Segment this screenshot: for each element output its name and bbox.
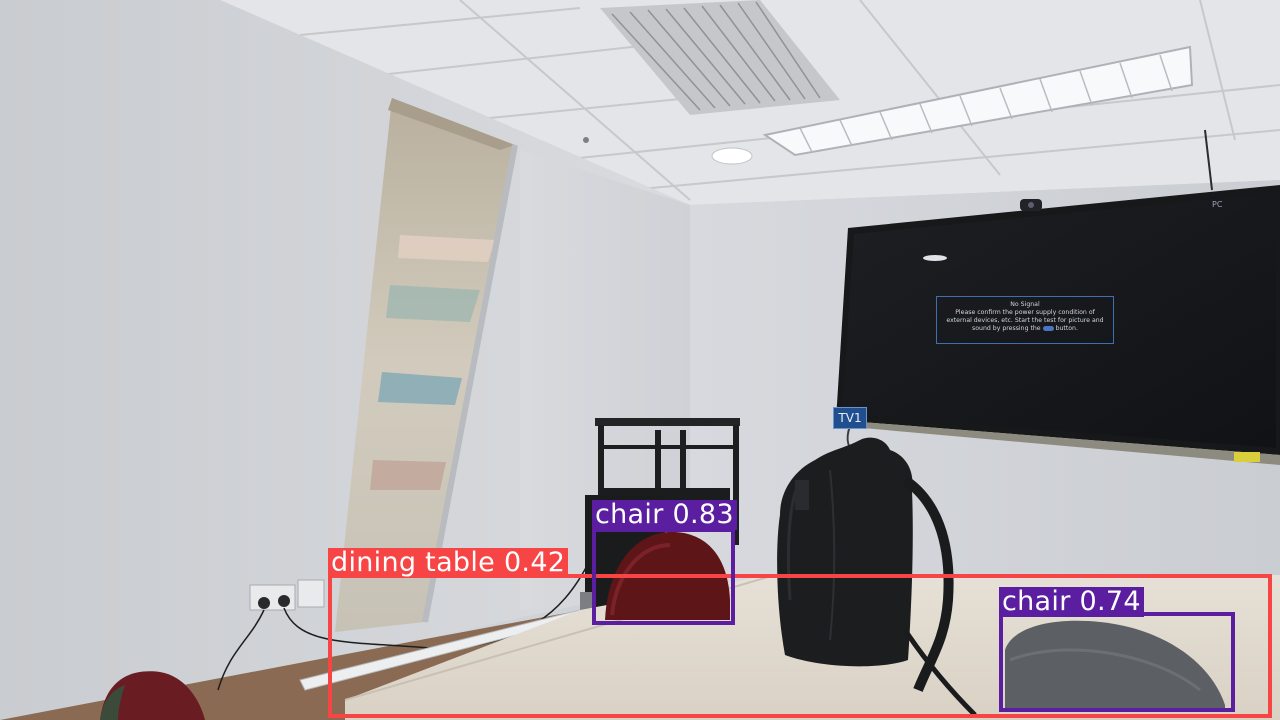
detection-label-chair-1: chair 0.83 [592,500,737,530]
tv-no-signal-message: No Signal Please confirm the power suppl… [936,296,1114,344]
detection-box-chair-1 [592,528,735,625]
tv-message-line: Please confirm the power supply conditio… [955,309,1095,316]
tv1-tag: TV1 [833,407,867,429]
detection-box-chair-2 [999,612,1235,712]
tv-message-line: No Signal [1010,301,1040,308]
tv-message-line: sound by pressing the button. [972,325,1078,332]
detection-label-dining-table: dining table 0.42 [328,548,569,578]
detection-label-chair-2: chair 0.74 [999,587,1144,617]
tv-input-label: PC [1212,200,1223,209]
tv-message-line: external devices, etc. Start the test fo… [946,317,1104,324]
photo-scene: No Signal Please confirm the power suppl… [0,0,1280,720]
remote-button-icon [1042,325,1054,331]
